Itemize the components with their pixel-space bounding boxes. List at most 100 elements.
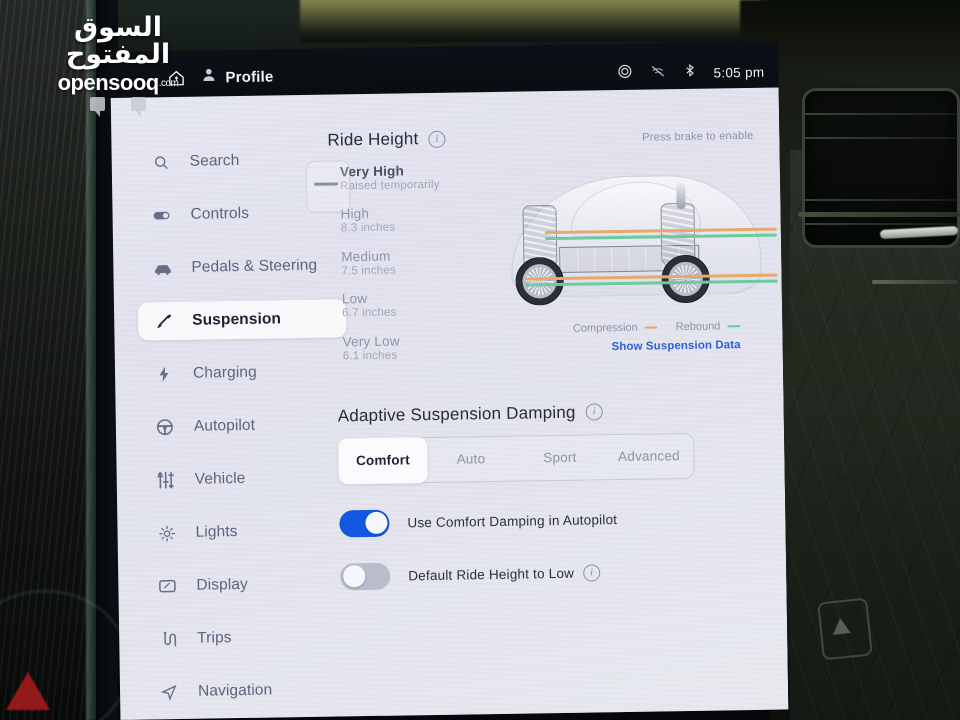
rear-wheel — [661, 254, 711, 304]
info-icon[interactable]: i — [582, 564, 601, 582]
ride-height-option-low[interactable]: Low 6.7 inches — [342, 289, 480, 321]
legend-label: Compression — [572, 321, 638, 335]
watermark-arabic: السوق المفتوح — [65, 12, 171, 70]
screenshot-stage: Profile 5:05 pm Search Controls Pedals &… — [0, 0, 960, 720]
toggle-knob — [364, 512, 388, 535]
settings-panel: Search Controls Pedals & Steering Suspen… — [110, 87, 789, 720]
sidebar-item-label: Search — [189, 151, 240, 170]
sidebar-item-vehicle[interactable]: Vehicle — [140, 458, 349, 499]
default-ride-height-low-toggle[interactable] — [340, 562, 391, 591]
compression-color-swatch — [644, 326, 658, 329]
sun-icon — [155, 522, 177, 544]
sidebar-item-label: Autopilot — [193, 416, 256, 435]
damping-option-advanced[interactable]: Advanced — [604, 434, 694, 479]
toggle-knob — [342, 565, 365, 588]
suspension-legend: Compression Rebound — [573, 320, 741, 335]
ride-height-option-high[interactable]: High 8.3 inches — [340, 205, 478, 237]
sidebar-item-navigation[interactable]: Navigation — [144, 670, 353, 711]
tesla-touchscreen[interactable]: Profile 5:05 pm Search Controls Pedals &… — [110, 41, 789, 720]
watermark-latin: opensooq.com — [57, 70, 179, 95]
toggle-label-group: Default Ride Height to Low i — [408, 564, 601, 584]
info-icon[interactable]: i — [428, 130, 446, 148]
sliders-icon — [155, 469, 177, 491]
sidebar-item-label: Pedals & Steering — [191, 256, 318, 276]
show-suspension-data-link[interactable]: Show Suspension Data — [611, 339, 740, 353]
opensooq-watermark: السوق المفتوح opensooq.com — [18, 12, 218, 117]
vent-lower-bar — [872, 280, 958, 284]
screen-icon — [156, 575, 178, 597]
default-ride-height-low-row[interactable]: Default Ride Height to Low i — [334, 557, 758, 591]
toggle-label: Default Ride Height to Low — [408, 565, 575, 584]
sidebar-item-label: Trips — [197, 629, 232, 647]
legend-item-compression: Compression — [572, 321, 658, 335]
hazard-warning-triangle — [6, 672, 50, 710]
sidebar-item-label: Vehicle — [194, 469, 246, 488]
damping-option-comfort[interactable]: Comfort — [338, 436, 428, 485]
legend-label: Rebound — [675, 320, 721, 334]
profile-label: Profile — [225, 67, 274, 86]
vent-divider — [798, 212, 960, 217]
record-circle-icon[interactable] — [616, 63, 633, 85]
sidebar-item-pedals-steering[interactable]: Pedals & Steering — [137, 246, 346, 287]
ride-height-slider-track[interactable] — [305, 160, 351, 213]
comfort-damping-autopilot-row[interactable]: Use Comfort Damping in Autopilot — [333, 504, 757, 538]
option-sublabel: 6.7 inches — [342, 306, 397, 320]
comfort-damping-autopilot-toggle[interactable] — [339, 509, 390, 538]
suspension-car-illustration: Compression Rebound Show Suspension Data — [484, 158, 778, 362]
sidebar-item-label: Navigation — [197, 681, 273, 700]
sidebar-item-autopilot[interactable]: Autopilot — [140, 405, 349, 446]
sidebar-item-lights[interactable]: Lights — [141, 511, 350, 552]
route-icon — [157, 628, 179, 650]
settings-sidebar[interactable]: Search Controls Pedals & Steering Suspen… — [110, 95, 347, 720]
damping-title: Adaptive Suspension Damping — [337, 402, 576, 426]
suspension-content: Ride Height i Press brake to enable Very… — [305, 88, 789, 720]
option-sublabel: 6.1 inches — [342, 349, 398, 362]
sidebar-item-label: Controls — [190, 204, 250, 223]
toggle-icon — [150, 204, 172, 226]
ride-height-selector[interactable]: Very High Raised temporarily High 8.3 in… — [305, 158, 778, 377]
damping-header: Adaptive Suspension Damping i — [338, 400, 756, 427]
wifi-off-icon[interactable] — [649, 62, 666, 84]
page-title: Ride Height — [327, 129, 419, 150]
adaptive-damping-section: Adaptive Suspension Damping i Comfort Au… — [332, 400, 757, 485]
rebound-color-swatch — [727, 324, 741, 328]
sidebar-item-label: Charging — [192, 363, 257, 382]
damping-option-auto[interactable]: Auto — [426, 437, 516, 482]
rear-shock-rod — [676, 182, 686, 210]
car-icon — [151, 257, 173, 279]
navigation-icon — [158, 681, 180, 703]
handle-triangle-icon — [831, 617, 851, 635]
sidebar-item-charging[interactable]: Charging — [139, 352, 348, 393]
sidebar-item-suspension[interactable]: Suspension — [137, 299, 347, 341]
sidebar-item-label: Suspension — [192, 310, 282, 329]
front-wheel — [515, 256, 565, 306]
legend-item-rebound: Rebound — [676, 320, 741, 333]
toggle-label: Use Comfort Damping in Autopilot — [407, 511, 618, 531]
damping-option-sport[interactable]: Sport — [515, 435, 605, 480]
clock: 5:05 pm — [713, 64, 765, 81]
toggle-label-group: Use Comfort Damping in Autopilot — [407, 512, 617, 530]
air-vent[interactable] — [802, 88, 960, 248]
steering-wheel-icon — [154, 416, 176, 438]
bolt-icon — [153, 363, 175, 385]
ride-height-option-medium[interactable]: Medium 7.5 inches — [341, 247, 479, 279]
option-sublabel: Raised temporarily — [340, 178, 440, 193]
watermark-badges — [18, 97, 218, 117]
sidebar-item-label: Display — [196, 575, 249, 594]
watermark-badge-icon — [90, 97, 105, 117]
option-sublabel: 7.5 inches — [341, 264, 396, 278]
ride-height-options[interactable]: Very High Raised temporarily High 8.3 in… — [305, 160, 481, 376]
bluetooth-icon[interactable] — [682, 62, 697, 84]
option-sublabel: 8.3 inches — [340, 221, 396, 235]
ride-height-option-very-low[interactable]: Very Low 6.1 inches — [342, 332, 480, 364]
info-icon[interactable]: i — [585, 403, 603, 421]
shock-absorber-icon — [152, 310, 174, 332]
damping-segmented-control[interactable]: Comfort Auto Sport Advanced — [338, 432, 695, 485]
ride-height-slider-handle[interactable] — [314, 182, 339, 186]
press-brake-hint: Press brake to enable — [642, 129, 754, 144]
sidebar-item-label: Lights — [195, 523, 238, 541]
sidebar-item-trips[interactable]: Trips — [143, 617, 352, 658]
watermark-badge-icon — [131, 97, 146, 117]
sidebar-item-display[interactable]: Display — [142, 564, 351, 605]
ride-height-option-very-high[interactable]: Very High Raised temporarily — [340, 162, 478, 194]
